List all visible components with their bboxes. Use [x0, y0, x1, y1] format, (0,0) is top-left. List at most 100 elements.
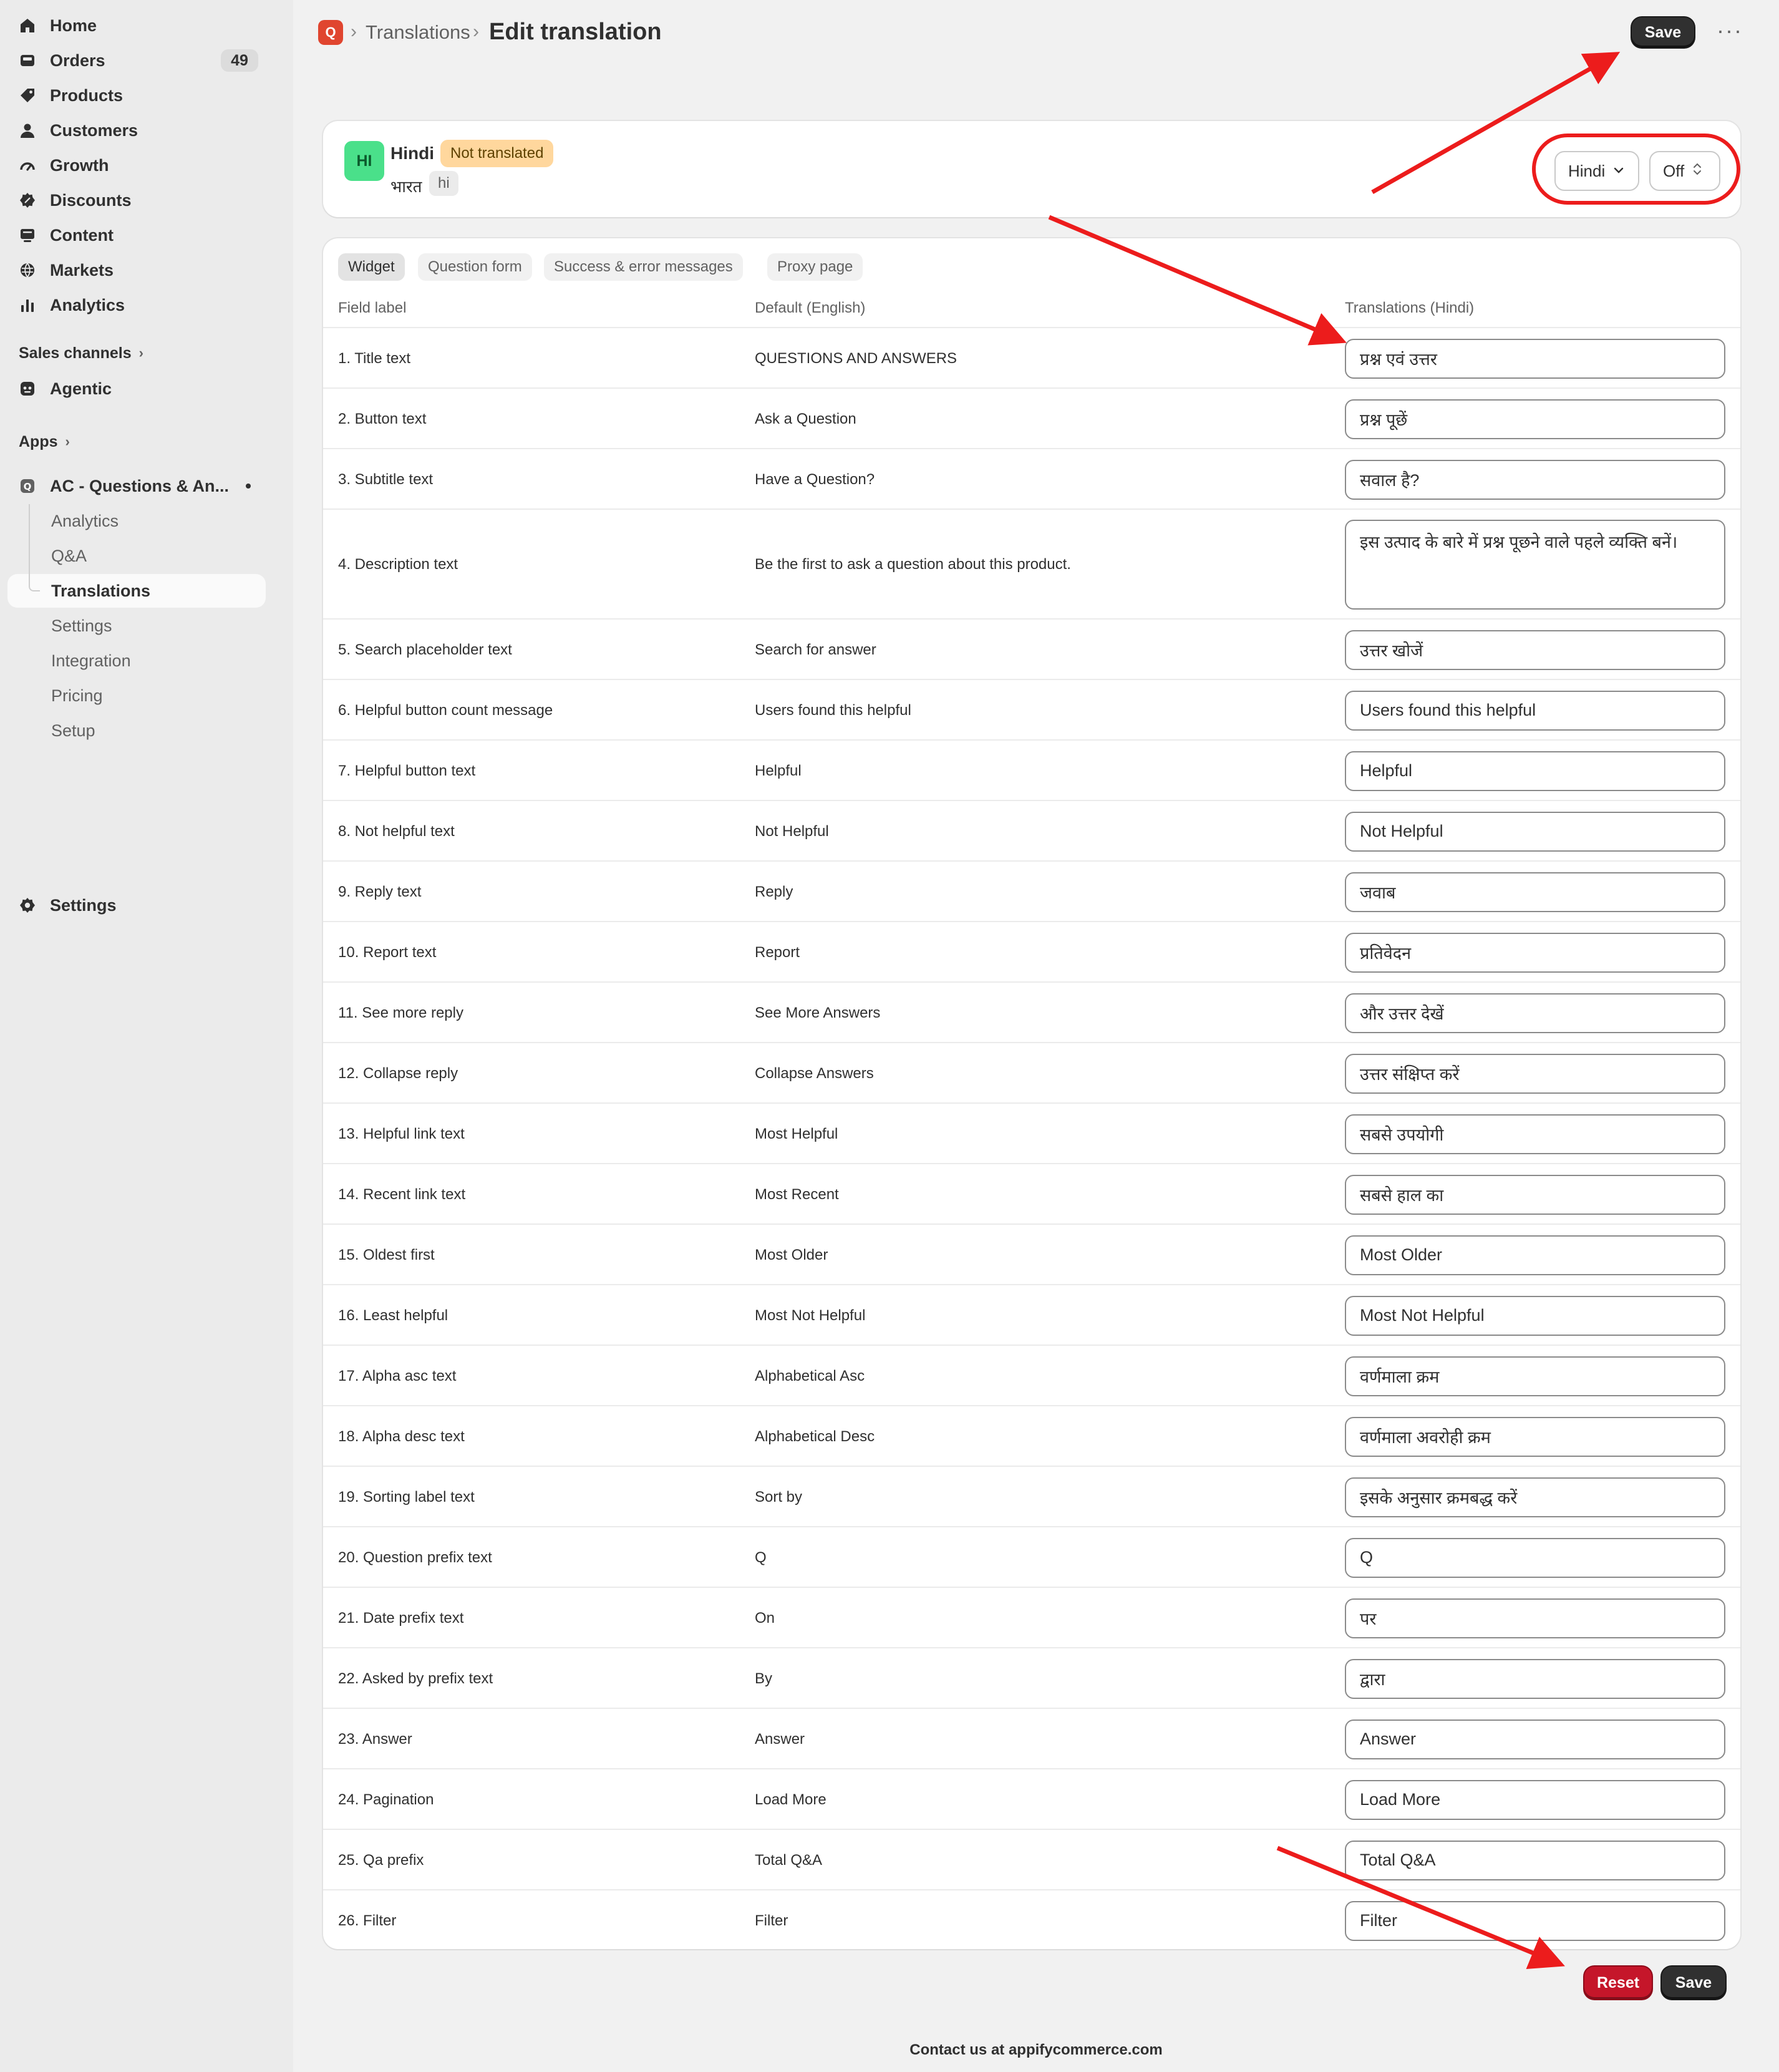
tab-question-form[interactable]: Question form — [418, 253, 532, 281]
translation-input[interactable]: प्रश्न एवं उत्तर — [1345, 338, 1725, 379]
translation-input[interactable]: सबसे उपयोगी — [1345, 1114, 1725, 1154]
translation-input[interactable]: इसके अनुसार क्रमबद्ध करें — [1345, 1477, 1725, 1517]
sidebar-item-products[interactable]: Products — [7, 78, 266, 113]
sidebar-item-customers[interactable]: Customers — [7, 113, 266, 148]
table-row: 2. Button text Ask a Question प्रश्न पूछें — [323, 387, 1740, 448]
sidebar-item-app[interactable]: Q AC - Questions & An... — [7, 469, 266, 503]
translation-input[interactable]: और उत्तर देखें — [1345, 993, 1725, 1033]
translation-input[interactable]: इस उत्पाद के बारे में प्रश्न पूछने वाले … — [1345, 520, 1725, 610]
sidebar-subitem-settings[interactable]: Settings — [7, 609, 266, 643]
translation-input[interactable]: Users found this helpful — [1345, 690, 1725, 731]
save-button-bottom[interactable]: Save — [1662, 1967, 1725, 1999]
sidebar-item-label: Customers — [50, 120, 138, 140]
translation-input[interactable]: प्रश्न पूछें — [1345, 399, 1725, 439]
field-label: 4. Description text — [338, 556, 458, 573]
save-button-top[interactable]: Save — [1632, 17, 1694, 47]
default-text: Be the first to ask a question about thi… — [755, 556, 1071, 573]
default-text: Reply — [755, 883, 793, 900]
sidebar-item-orders[interactable]: Orders 49 — [7, 43, 266, 78]
table-row: 16. Least helpful Most Not Helpful Most No… — [323, 1284, 1740, 1345]
agentic-icon — [19, 380, 36, 397]
table-row: 12. Collapse reply Collapse Answers उत्तर … — [323, 1042, 1740, 1102]
sidebar-item-label: AC - Questions & An... — [50, 476, 230, 495]
field-label: 6. Helpful button count message — [338, 701, 553, 719]
translation-input[interactable]: Not Helpful — [1345, 811, 1725, 852]
sidebar-subitem-q-a[interactable]: Q&A — [7, 539, 266, 573]
field-label: 26. Filter — [338, 1912, 397, 1929]
field-label: 12. Collapse reply — [338, 1064, 458, 1082]
translation-input[interactable]: जवाब — [1345, 872, 1725, 912]
app-icon: Q — [19, 477, 36, 495]
page-title: Edit translation — [489, 19, 662, 45]
default-text: Sort by — [755, 1488, 803, 1505]
sidebar-item-label: Growth — [50, 155, 109, 175]
field-label: 9. Reply text — [338, 883, 422, 900]
sidebar-subitem-analytics[interactable]: Analytics — [7, 504, 266, 538]
sidebar-item-content[interactable]: Content — [7, 218, 266, 253]
tab-success-error-messages[interactable]: Success & error messages — [544, 253, 743, 281]
translation-input[interactable]: Filter — [1345, 1900, 1725, 1941]
sidebar-item-growth[interactable]: Growth — [7, 148, 266, 183]
translation-input[interactable]: द्वारा — [1345, 1658, 1725, 1699]
default-text: See More Answers — [755, 1004, 881, 1021]
translation-input[interactable]: पर — [1345, 1598, 1725, 1638]
translation-input[interactable]: Most Not Helpful — [1345, 1295, 1725, 1336]
language-name: Hindi — [390, 143, 434, 163]
translation-input[interactable]: सवाल है? — [1345, 459, 1725, 500]
tab-proxy-page[interactable]: Proxy page — [767, 253, 863, 281]
field-label: 22. Asked by prefix text — [338, 1670, 493, 1687]
translation-input[interactable]: Most Older — [1345, 1235, 1725, 1275]
field-label: 25. Qa prefix — [338, 1851, 424, 1869]
sidebar-subitem-integration[interactable]: Integration — [7, 644, 266, 678]
translation-input[interactable]: Total Q&A — [1345, 1840, 1725, 1880]
tab-widget[interactable]: Widget — [338, 253, 405, 281]
column-header-translations: Translations (Hindi) — [1345, 299, 1475, 316]
translation-input[interactable]: वर्णमाला क्रम — [1345, 1356, 1725, 1396]
sidebar-subitem-translations[interactable]: Translations — [7, 574, 266, 608]
translation-input[interactable]: Helpful — [1345, 751, 1725, 791]
sidebar-item-analytics[interactable]: Analytics — [7, 288, 266, 323]
default-text: On — [755, 1609, 775, 1627]
sidebar-item-agentic[interactable]: Agentic — [7, 371, 266, 406]
translation-input[interactable]: सबसे हाल का — [1345, 1174, 1725, 1215]
sidebar-item-discounts[interactable]: Discounts — [7, 183, 266, 218]
translation-input[interactable]: उत्तर खोजें — [1345, 630, 1725, 670]
breadcrumb-translations[interactable]: Translations — [366, 21, 470, 44]
sales-channels-heading[interactable]: Sales channels › — [19, 341, 143, 366]
sidebar-item-home[interactable]: Home — [7, 8, 266, 43]
field-label: 2. Button text — [338, 410, 427, 427]
sales-channels-label: Sales channels — [19, 344, 132, 362]
translation-input[interactable]: Q — [1345, 1537, 1725, 1578]
translation-input[interactable]: प्रतिवेदन — [1345, 932, 1725, 973]
default-text: Filter — [755, 1912, 788, 1929]
sidebar-item-settings[interactable]: Settings — [7, 888, 266, 923]
sidebar-subitem-setup[interactable]: Setup — [7, 714, 266, 747]
default-text: By — [755, 1670, 773, 1687]
more-actions-icon[interactable]: ··· — [1717, 17, 1743, 44]
translation-input[interactable]: Answer — [1345, 1719, 1725, 1759]
field-label: 3. Subtitle text — [338, 470, 434, 488]
field-label: 16. Least helpful — [338, 1306, 448, 1324]
table-row: 23. Answer Answer Answer — [323, 1708, 1740, 1768]
discount-icon — [19, 192, 36, 209]
table-row: 22. Asked by prefix text By द्वारा — [323, 1647, 1740, 1708]
svg-text:Q: Q — [24, 481, 32, 492]
table-row: 9. Reply text Reply जवाब — [323, 860, 1740, 921]
field-label: 10. Report text — [338, 943, 437, 961]
translation-input[interactable]: उत्तर संक्षिप्त करें — [1345, 1053, 1725, 1094]
translation-input[interactable]: वर्णमाला अवरोही क्रम — [1345, 1416, 1725, 1457]
default-text: Alphabetical Asc — [755, 1367, 865, 1384]
chevron-right-icon: › — [138, 345, 143, 361]
unread-dot-icon — [246, 484, 251, 489]
sidebar-item-markets[interactable]: Markets — [7, 253, 266, 288]
reset-button[interactable]: Reset — [1584, 1967, 1652, 1999]
default-text: Most Helpful — [755, 1125, 838, 1142]
table-row: 11. See more reply See More Answers और उत्… — [323, 981, 1740, 1042]
tree-corner-icon — [29, 574, 40, 591]
field-label: 7. Helpful button text — [338, 762, 476, 779]
sidebar-subitem-pricing[interactable]: Pricing — [7, 679, 266, 713]
apps-heading[interactable]: Apps › — [19, 429, 70, 454]
translation-input[interactable]: Load More — [1345, 1779, 1725, 1820]
sidebar-item-label: Discounts — [50, 190, 132, 210]
table-row: 10. Report text Report प्रतिवेदन — [323, 921, 1740, 981]
